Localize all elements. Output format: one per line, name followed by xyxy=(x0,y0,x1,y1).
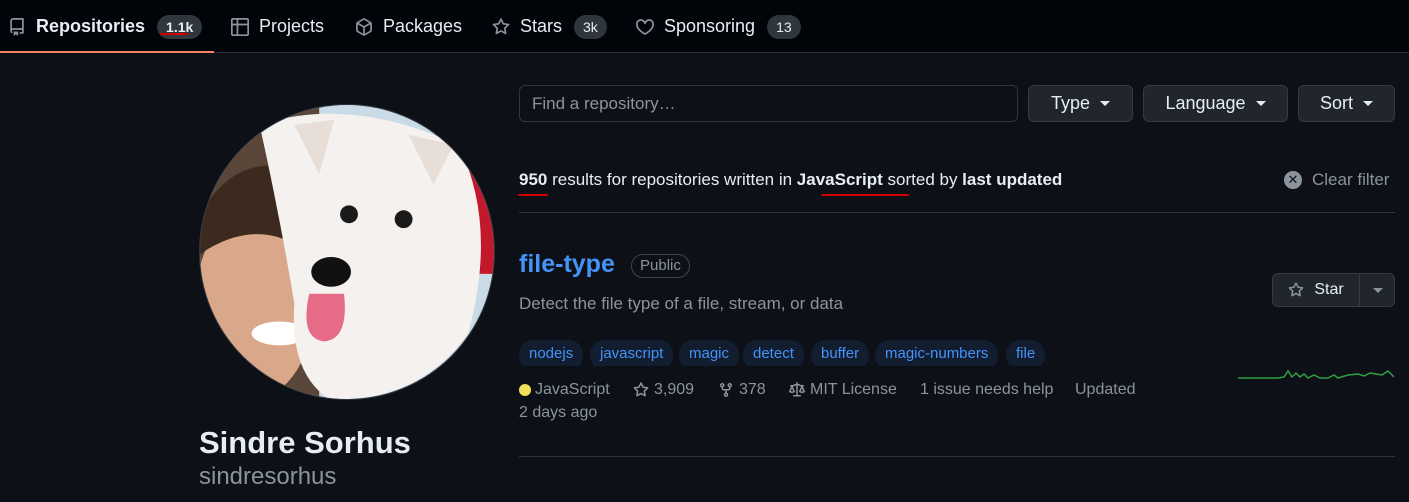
heart-icon xyxy=(636,18,654,36)
sort-label: Sort xyxy=(1319,93,1353,113)
tab-stars[interactable]: Stars 3k xyxy=(492,0,607,53)
star-list-dropdown-button[interactable] xyxy=(1360,274,1395,306)
topic-list: nodejs javascript magic detect buffer ma… xyxy=(519,340,1059,366)
divider xyxy=(519,212,1395,213)
divider xyxy=(519,456,1395,457)
profile-name: Sindre Sorhus xyxy=(199,425,411,460)
results-text-1: results for repositories written in xyxy=(547,170,797,189)
results-summary: 950 results for repositories written in … xyxy=(519,170,1062,190)
tab-label: Repositories xyxy=(36,16,146,36)
clear-filter-label: Clear filter xyxy=(1312,170,1390,189)
issues-text: 1 issue needs help xyxy=(920,381,1054,398)
topic-tag[interactable]: detect xyxy=(743,340,804,366)
language-name: JavaScript xyxy=(535,381,610,398)
annotation-underline-results xyxy=(518,194,548,196)
results-text-2: sorted by xyxy=(882,170,963,189)
table-icon xyxy=(231,17,249,36)
tab-repositories[interactable]: Repositories 1.1k xyxy=(0,0,215,53)
close-icon: ✕ xyxy=(1284,171,1302,189)
caret-down-icon xyxy=(1100,101,1111,106)
star-icon xyxy=(492,17,510,36)
type-filter-button[interactable]: Type xyxy=(1028,85,1133,122)
star-button-group: Star xyxy=(1272,273,1395,307)
results-language: JavaScript xyxy=(796,170,883,189)
clear-filter-button[interactable]: ✕ Clear filter xyxy=(1284,170,1389,190)
updated-label: Updated xyxy=(1075,381,1136,399)
sort-button[interactable]: Sort xyxy=(1298,85,1395,122)
star-icon xyxy=(1288,282,1304,298)
profile-login: sindresorhus xyxy=(199,463,337,490)
package-icon xyxy=(355,17,373,36)
repo-language: JavaScript xyxy=(519,381,610,399)
language-filter-button[interactable]: Language xyxy=(1143,85,1288,122)
repo-name-link[interactable]: file-type xyxy=(519,250,615,279)
language-filter-label: Language xyxy=(1165,93,1246,113)
caret-down-icon xyxy=(1363,101,1373,106)
tab-label: Stars xyxy=(520,16,563,36)
profile-nav: Repositories 1.1k Projects Packages Star… xyxy=(0,0,1409,53)
visibility-badge: Public xyxy=(631,254,690,278)
annotation-underline-language xyxy=(821,194,909,196)
star-button-label: Star xyxy=(1314,281,1344,298)
tab-label: Packages xyxy=(383,16,463,36)
avatar-photo xyxy=(200,105,494,399)
fork-icon xyxy=(718,382,734,398)
updated-time-text: 2 days ago xyxy=(519,404,598,421)
repo-icon xyxy=(8,17,26,36)
results-sort: last updated xyxy=(962,170,1063,189)
topic-tag[interactable]: file xyxy=(1006,340,1046,366)
tab-projects[interactable]: Projects xyxy=(231,0,324,53)
caret-down-icon xyxy=(1372,287,1383,293)
repo-forks-link[interactable]: 378 xyxy=(718,381,766,399)
star-button[interactable]: Star xyxy=(1273,274,1359,306)
tab-packages[interactable]: Packages xyxy=(355,0,462,53)
activity-sparkline xyxy=(1238,369,1394,379)
tab-sponsoring[interactable]: Sponsoring 13 xyxy=(636,0,801,53)
star-icon xyxy=(633,382,649,398)
license-name: MIT License xyxy=(810,381,897,398)
updated-time: 2 days ago xyxy=(519,404,597,422)
type-filter-label: Type xyxy=(1050,93,1091,113)
topic-tag[interactable]: magic xyxy=(679,340,740,366)
language-color-dot xyxy=(519,384,531,396)
topic-tag[interactable]: nodejs xyxy=(519,340,584,366)
sponsoring-count-badge: 13 xyxy=(767,14,801,39)
topic-tag[interactable]: javascript xyxy=(590,340,674,366)
law-icon xyxy=(789,382,805,398)
repo-description: Detect the file type of a file, stream, … xyxy=(519,294,844,313)
avatar xyxy=(199,104,495,400)
help-wanted-issues-link[interactable]: 1 issue needs help xyxy=(920,381,1053,399)
next-repo-item-partial xyxy=(519,492,819,502)
annotation-underline-count xyxy=(160,33,188,35)
results-count: 950 xyxy=(519,170,548,189)
tab-label: Projects xyxy=(259,16,325,36)
topic-tag[interactable]: buffer xyxy=(811,340,870,366)
forks-count: 378 xyxy=(739,381,766,398)
repo-license: MIT License xyxy=(789,381,897,399)
repo-stars-link[interactable]: 3,909 xyxy=(633,381,694,399)
stars-count: 3,909 xyxy=(654,381,695,398)
stars-count-badge: 3k xyxy=(574,14,607,39)
find-repository-input[interactable] xyxy=(519,85,1018,122)
caret-down-icon xyxy=(1255,101,1266,106)
topic-tag[interactable]: magic-numbers xyxy=(875,340,999,366)
updated-label-text: Updated xyxy=(1075,381,1136,398)
tab-label: Sponsoring xyxy=(664,16,756,36)
